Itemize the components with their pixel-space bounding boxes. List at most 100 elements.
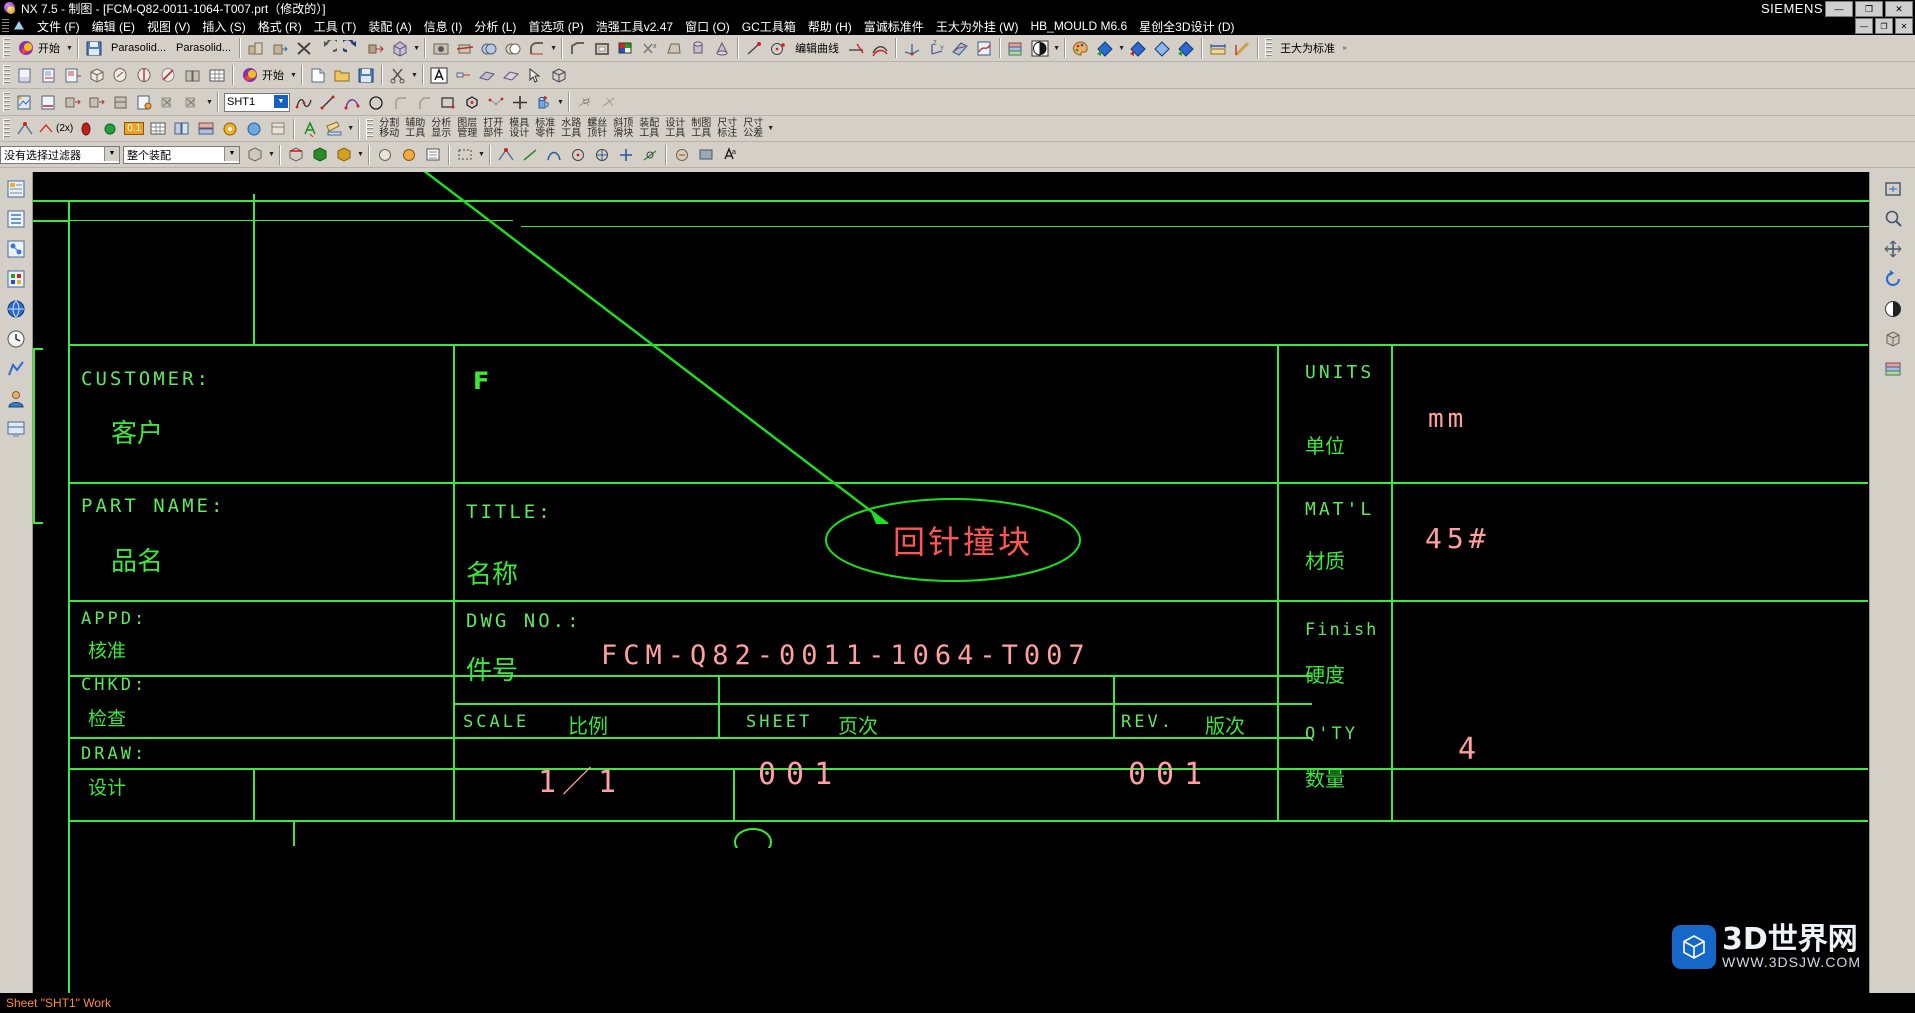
snap-quad-button[interactable] [591,144,613,166]
toolbar-grip-2[interactable] [3,65,10,85]
doc-close-button[interactable]: ✕ [1895,18,1913,34]
extrude2-caret-icon[interactable]: ▼ [556,91,565,113]
palette-button[interactable] [1070,37,1092,59]
display-toggle-button[interactable] [695,144,717,166]
snap-cross-button[interactable] [615,144,637,166]
group-assembly-tool[interactable]: 装配 工具 [636,118,662,139]
rail-system-scene[interactable] [3,416,29,442]
select-edge-button[interactable] [285,144,307,166]
group-standard-part[interactable]: 标准 零件 [532,118,558,139]
menu-insert[interactable]: 插入 (S) [196,17,251,36]
rail-part-navigator[interactable] [3,206,29,232]
rect-select-button[interactable] [454,144,476,166]
rail-constraint-navigator[interactable] [3,236,29,262]
line-2-button[interactable] [317,91,339,113]
rail-web-browser[interactable] [3,296,29,322]
group-waterline-tool[interactable]: 水路 工具 [558,118,584,139]
menu-assemblies[interactable]: 装配 (A) [362,17,417,36]
menu-tools[interactable]: 工具 (T) [308,17,363,36]
group-open-part[interactable]: 打开 部件 [480,118,506,139]
divide-face-button[interactable] [598,91,620,113]
menu-format[interactable]: 格式 (R) [252,17,308,36]
hole-button[interactable] [430,37,452,59]
chamfer-2-button[interactable] [413,91,435,113]
studio-spline-button[interactable] [293,91,315,113]
edit-curve-button[interactable]: 编辑曲线 [791,37,843,59]
trim-body-button[interactable] [454,37,476,59]
mold-insert-button[interactable] [219,118,241,140]
sketch-button[interactable] [949,37,971,59]
select-feature-caret-icon[interactable]: ▼ [356,144,365,166]
rect-select-caret-icon[interactable]: ▼ [477,144,486,166]
toolbar-grip-4[interactable] [3,118,10,139]
arc-button[interactable] [341,91,363,113]
section-3-button[interactable] [1151,37,1173,59]
taper-button[interactable] [663,37,685,59]
detail-view-button[interactable] [110,64,132,86]
menu-window[interactable]: 窗口 (O) [679,17,736,36]
undo-button[interactable] [317,37,339,59]
toolbar-grip-1[interactable] [3,38,10,58]
text-style-button[interactable]: a [719,144,741,166]
scope-arrow-icon[interactable]: ▼ [224,146,239,161]
delete-button[interactable] [293,37,315,59]
section-view-button[interactable] [134,64,156,86]
extrude-button[interactable] [365,37,387,59]
rail-fit-view[interactable] [1880,176,1906,202]
group-assist-tool[interactable]: 辅助 工具 [402,118,428,139]
group-screw-ejector[interactable]: 螺丝 顶针 [584,118,610,139]
drawing-sheet-button[interactable] [14,91,36,113]
move-object-button[interactable] [269,37,291,59]
group-drafting-tool[interactable]: 制图 工具 [688,118,714,139]
toolbar-grip-mold[interactable] [366,118,374,139]
graphics-window[interactable]: CUSTOMER: 客户 F UNITS 单位 mm PART NAME: 品名… [33,172,1869,993]
subtract-button[interactable] [502,37,524,59]
view-edit-button[interactable] [134,91,156,113]
menu-analysis[interactable]: 分析 (L) [468,17,522,36]
view-update-button[interactable] [38,91,60,113]
toolbar-grip-3[interactable] [3,92,10,112]
unite-button[interactable] [478,37,500,59]
rail-render-style[interactable] [1880,296,1906,322]
ruler-tool-button[interactable] [323,118,345,140]
rail-history[interactable] [3,326,29,352]
view-dependent-button[interactable] [182,64,204,86]
new-file-button[interactable] [307,64,329,86]
group-angle-slider[interactable]: 斜顶 滑块 [610,118,636,139]
select-feature-button[interactable] [333,144,355,166]
cylinder-button[interactable] [687,37,709,59]
wangdawei-standard-button[interactable]: 王大为标准 [1276,37,1339,59]
annotation-edit-button[interactable] [671,144,693,166]
select-face-button[interactable] [244,144,266,166]
trim-curve-button[interactable] [845,37,867,59]
select-face-caret-icon[interactable]: ▼ [267,144,276,166]
delete-parameters-button[interactable]: x [639,37,661,59]
save-file-button[interactable] [355,64,377,86]
menu-hb-mould[interactable]: HB_MOULD M6.6 [1024,18,1133,34]
scope-combo[interactable]: 整个装配 ▼ [123,145,240,164]
mold-misc-button[interactable] [267,118,289,140]
color-button[interactable] [615,37,637,59]
snap-line-button[interactable] [519,144,541,166]
surface-button[interactable] [476,64,498,86]
menu-fucheng-standard[interactable]: 富诚标准件 [858,17,930,36]
rail-process-studio[interactable] [3,356,29,382]
group-split-move[interactable]: 分割 移动 [376,118,402,139]
layer-settings-button[interactable] [1005,37,1027,59]
mold-parting-button[interactable] [195,118,217,140]
menu-file[interactable]: 文件 (F) [31,17,86,36]
maximize-button[interactable]: ❐ [1855,1,1883,17]
parasolid-export-button[interactable]: Parasolid... [172,37,235,59]
snap-point-filter-button[interactable] [495,144,517,166]
menubar-grip[interactable] [2,19,9,33]
group-dim-note[interactable]: 尺寸 标注 [714,118,740,139]
feature-list-button[interactable] [422,144,444,166]
section-2-button[interactable] [1127,37,1149,59]
chamfer-button[interactable] [567,37,589,59]
view-delete-button[interactable] [158,91,180,113]
rail-assembly-navigator[interactable] [3,176,29,202]
blend-caret-icon[interactable]: ▼ [549,37,558,59]
break-view-button[interactable] [158,64,180,86]
select-body-button[interactable] [309,144,331,166]
section-4-button[interactable] [1175,37,1197,59]
